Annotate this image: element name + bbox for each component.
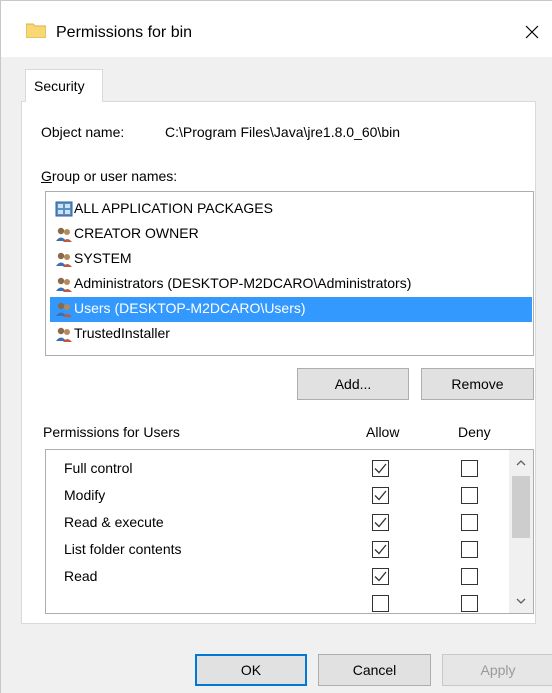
users-icon (56, 252, 72, 267)
cancel-button[interactable]: Cancel (318, 654, 431, 686)
allow-checkbox[interactable] (372, 595, 389, 612)
list-item-label: CREATOR OWNER (74, 225, 199, 241)
close-icon (525, 25, 539, 39)
permissions-dialog: Permissions for bin Security Object name… (0, 0, 552, 693)
check-icon (374, 571, 387, 582)
users-icon (56, 327, 72, 342)
list-item-label: SYSTEM (74, 250, 132, 266)
apply-button[interactable]: Apply (442, 654, 552, 686)
list-item-label: Administrators (DESKTOP-M2DCARO\Administ… (74, 275, 412, 291)
permission-name: Read (64, 568, 98, 584)
allow-checkbox[interactable] (372, 460, 389, 477)
check-icon (374, 463, 387, 474)
allow-checkbox[interactable] (372, 541, 389, 558)
allow-column-header: Allow (366, 424, 400, 440)
list-item-label: TrustedInstaller (74, 325, 170, 341)
list-item[interactable]: SYSTEM (50, 247, 532, 272)
permissions-scrollbar[interactable] (509, 450, 533, 613)
list-item-selected[interactable]: Users (DESKTOP-M2DCARO\Users) (50, 297, 532, 322)
deny-checkbox[interactable] (461, 568, 478, 585)
list-item[interactable]: TrustedInstaller (50, 322, 532, 347)
chevron-up-icon (516, 459, 526, 465)
add-button[interactable]: Add... (297, 368, 409, 400)
deny-checkbox[interactable] (461, 541, 478, 558)
group-label-accelerator: G (41, 168, 52, 184)
scroll-down-button[interactable] (509, 589, 533, 613)
list-item[interactable]: Administrators (DESKTOP-M2DCARO\Administ… (50, 272, 532, 297)
object-name-value: C:\Program Files\Java\jre1.8.0_60\bin (165, 124, 400, 140)
group-user-list[interactable]: ALL APPLICATION PACKAGES CREATOR OWNER S… (45, 191, 534, 356)
deny-checkbox[interactable] (461, 514, 478, 531)
tab-security[interactable]: Security (25, 69, 103, 102)
deny-column-header: Deny (458, 424, 491, 440)
allow-checkbox[interactable] (372, 514, 389, 531)
check-icon (374, 517, 387, 528)
list-item-label: ALL APPLICATION PACKAGES (74, 200, 273, 216)
group-user-names-label: Group or user names: (41, 168, 177, 184)
scroll-up-button[interactable] (509, 450, 533, 474)
list-item-label: Users (DESKTOP-M2DCARO\Users) (74, 300, 306, 316)
object-name-label: Object name: (41, 124, 125, 140)
scroll-thumb[interactable] (512, 476, 530, 538)
deny-checkbox[interactable] (461, 595, 478, 612)
permission-name: Read & execute (64, 514, 164, 530)
folder-icon (26, 23, 46, 38)
permission-row: List folder contents (46, 535, 506, 562)
packages-icon (55, 201, 73, 217)
ok-button[interactable]: OK (195, 654, 307, 686)
window-title: Permissions for bin (56, 24, 193, 41)
users-icon (56, 227, 72, 242)
close-button[interactable] (515, 15, 549, 49)
remove-button[interactable]: Remove (421, 368, 534, 400)
allow-checkbox[interactable] (372, 568, 389, 585)
chevron-down-icon (516, 598, 526, 604)
permissions-list[interactable]: Full control Modify Read & execute List … (45, 449, 534, 614)
deny-checkbox[interactable] (461, 460, 478, 477)
group-label-rest: roup or user names: (51, 168, 178, 184)
permission-row: Full control (46, 454, 506, 481)
permissions-label: Permissions for Users (43, 424, 180, 440)
list-item[interactable]: CREATOR OWNER (50, 222, 532, 247)
check-icon (374, 490, 387, 501)
tab-label: Security (34, 78, 85, 94)
permission-name: Full control (64, 460, 133, 476)
permission-row: Read & execute (46, 508, 506, 535)
title-bar: Permissions for bin (1, 1, 552, 57)
deny-checkbox[interactable] (461, 487, 478, 504)
list-item[interactable]: ALL APPLICATION PACKAGES (50, 197, 532, 222)
users-icon (56, 277, 72, 292)
permission-row-partial (46, 589, 506, 613)
permission-row: Read (46, 562, 506, 589)
users-icon (56, 302, 72, 317)
permission-name: List folder contents (64, 541, 182, 557)
permission-name: Modify (64, 487, 106, 503)
permission-row: Modify (46, 481, 506, 508)
allow-checkbox[interactable] (372, 487, 389, 504)
check-icon (374, 544, 387, 555)
